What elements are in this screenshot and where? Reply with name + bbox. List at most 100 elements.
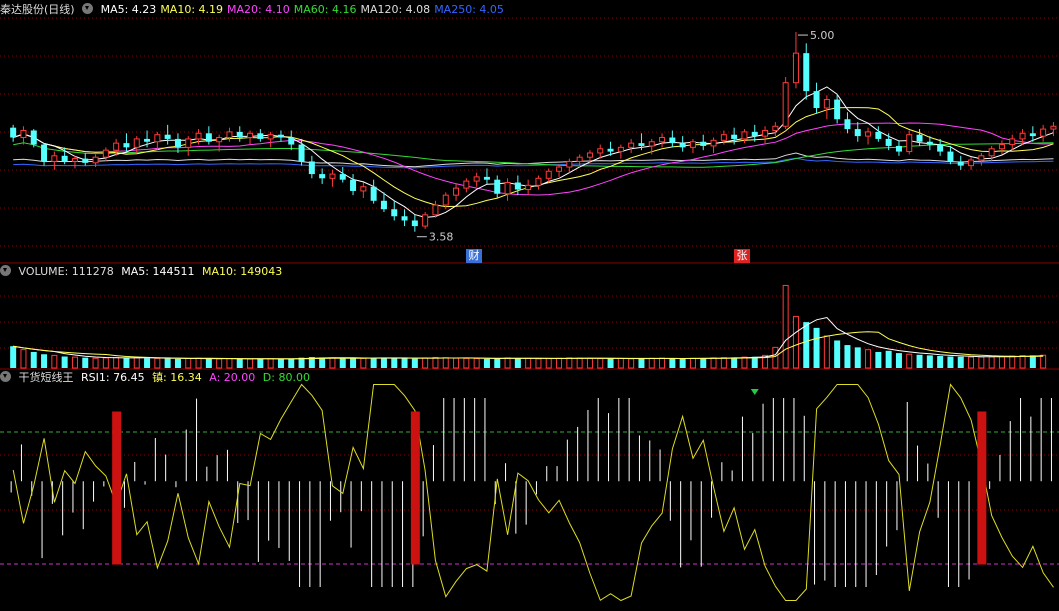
volume-bar: [576, 357, 583, 369]
volume-bar: [988, 356, 995, 369]
volume-bar: [133, 357, 140, 369]
candle-body: [638, 143, 645, 146]
candle-body: [576, 156, 583, 162]
volume-bar: [957, 356, 964, 368]
candle-body: [926, 141, 933, 145]
candle-body: [1050, 125, 1057, 130]
candle-body: [885, 138, 892, 146]
low-price-label: 3.58: [429, 231, 454, 244]
candle-body: [617, 146, 624, 153]
candle-body: [370, 186, 377, 201]
volume-bar: [71, 356, 78, 369]
candle-body: [762, 129, 769, 137]
volume-bar: [401, 358, 408, 368]
volume-bar: [432, 356, 439, 369]
volume-bar: [968, 356, 975, 369]
candle-body: [586, 152, 593, 158]
candle-body: [298, 144, 305, 162]
ma10-line: [13, 107, 1054, 208]
candle-body: [422, 214, 429, 227]
volume-bar: [370, 357, 377, 368]
volume-bar: [978, 356, 985, 369]
volume-bar: [659, 357, 666, 369]
volume-bar: [514, 358, 521, 368]
volume-bar: [411, 358, 418, 368]
candle-body: [566, 160, 573, 168]
candle-body: [1040, 128, 1047, 137]
indicator-tan: 镇: 16.34: [152, 371, 202, 384]
volume-bar: [350, 358, 357, 368]
candle-body: [906, 134, 913, 153]
volume-bar: [937, 355, 944, 368]
volume-bar: [463, 357, 470, 369]
candle-body: [51, 155, 58, 162]
volume-bar: [607, 358, 614, 368]
candle-body: [339, 174, 346, 180]
event-marker-limit-up[interactable]: 张: [734, 249, 750, 263]
volume-bar: [494, 358, 501, 368]
volume-bar: [41, 354, 48, 368]
candle-body: [854, 129, 861, 137]
volume-bar: [164, 358, 171, 368]
volume-bar: [442, 357, 449, 369]
candle-body: [277, 134, 284, 138]
volume-bar: [689, 357, 696, 369]
candle-body: [1009, 138, 1016, 146]
volume-bar: [895, 353, 902, 368]
indicator-a: A: 20.00: [209, 371, 256, 384]
volume-bar: [123, 358, 130, 368]
ma-legend-item: MA250: 4.05: [434, 3, 504, 16]
dropdown-icon[interactable]: [0, 265, 11, 276]
volume-bar: [751, 356, 758, 368]
candle-body: [380, 200, 387, 210]
indicator-title: 干货短线王: [18, 371, 74, 384]
candle-body: [113, 142, 120, 151]
candle-body: [669, 137, 676, 144]
candle-body: [267, 134, 274, 140]
candle-body: [628, 142, 635, 148]
volume-bar: [1029, 355, 1036, 368]
candle-body: [844, 119, 851, 130]
volume-bar: [391, 358, 398, 368]
candle-body: [978, 155, 985, 161]
volume-bar: [319, 357, 326, 368]
volume-bar: [823, 335, 830, 369]
volume-bar: [772, 346, 779, 369]
volume-bar: [947, 356, 954, 368]
indicator-line-yellow: [12, 383, 1054, 602]
volume-value: VOLUME: 111278: [18, 265, 114, 278]
volume-bar: [720, 357, 727, 369]
volume-bar: [834, 340, 841, 368]
volume-panel: [10, 284, 1047, 369]
candle-body: [834, 99, 841, 120]
volume-bar: [216, 358, 223, 369]
volume-bar: [926, 355, 933, 368]
signal-arrow-icon: [750, 389, 759, 395]
event-marker-finance[interactable]: 财: [466, 249, 482, 263]
ma-legend-item: MA60: 4.16: [293, 3, 357, 16]
candle-body: [350, 179, 357, 191]
volume-bar: [247, 358, 254, 369]
candle-body: [741, 131, 748, 140]
ma5-line: [13, 86, 1054, 218]
candle-body: [123, 143, 130, 148]
candle-body: [453, 187, 460, 196]
dropdown-icon[interactable]: [82, 3, 94, 14]
candle-body: [823, 99, 830, 109]
candle-body: [607, 148, 614, 152]
candle-body: [144, 138, 151, 142]
volume-bar: [566, 357, 573, 369]
volume-bar: [288, 358, 295, 368]
ma-legend-item: MA5: 4.23: [100, 3, 157, 16]
candle-body: [545, 170, 552, 179]
dropdown-icon[interactable]: [0, 371, 11, 382]
candle-body: [998, 144, 1005, 150]
candle-body: [751, 131, 758, 137]
candle-body: [1029, 133, 1036, 137]
volume-bar: [813, 327, 820, 368]
volume-bar: [277, 359, 284, 368]
candle-body: [308, 161, 315, 175]
candle-body: [556, 166, 563, 172]
candle-body: [988, 148, 995, 157]
candle-body: [473, 176, 480, 182]
